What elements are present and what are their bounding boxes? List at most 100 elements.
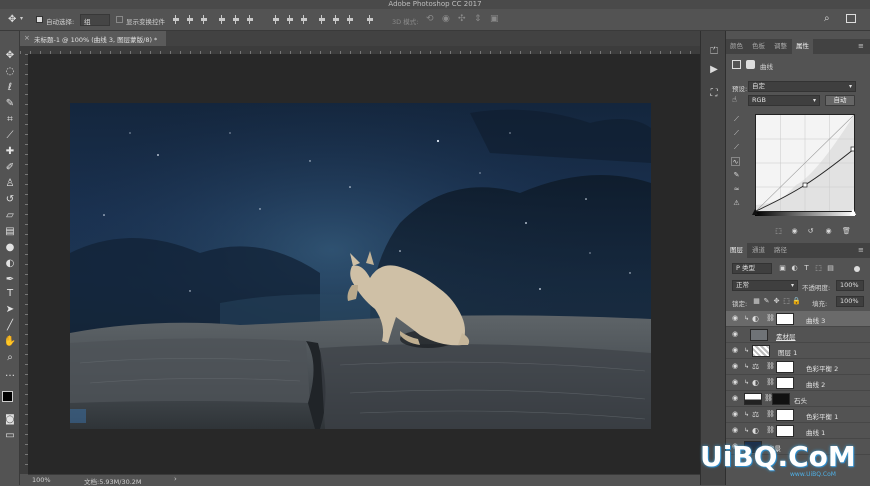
layer-row[interactable]: ◉ ↳ ⚖ ⛓ 色彩平衡 1: [726, 407, 870, 423]
vertical-ruler[interactable]: [20, 54, 28, 474]
close-tab-icon[interactable]: ×: [24, 34, 30, 42]
visibility-eye-icon[interactable]: ◉: [732, 379, 740, 386]
properties-panel-icon[interactable]: ⛶: [707, 87, 721, 101]
layer-mask-thumb[interactable]: [776, 361, 794, 373]
tab-color[interactable]: 颜色: [726, 39, 747, 54]
layer-mask-thumb[interactable]: [776, 425, 794, 437]
align-bottom-icon[interactable]: [200, 15, 208, 24]
channel-dropdown[interactable]: RGB ▾: [748, 95, 820, 106]
document-canvas[interactable]: [70, 103, 651, 429]
visibility-eye-icon[interactable]: ◉: [732, 427, 740, 434]
pencil-draw-icon[interactable]: ✎: [732, 171, 741, 180]
status-arrow-icon[interactable]: ›: [174, 475, 177, 483]
curve-point-tool-icon[interactable]: ∿: [731, 157, 740, 166]
lock-artboard-icon[interactable]: ⬚: [782, 297, 791, 306]
mask-icon[interactable]: [746, 60, 755, 69]
layer-thumb[interactable]: [750, 329, 768, 341]
distribute-left-icon[interactable]: [318, 15, 326, 24]
layers-menu-icon[interactable]: ≡: [858, 246, 864, 254]
line-tool-icon[interactable]: ╱: [3, 319, 17, 333]
quick-mask-icon[interactable]: ◙: [3, 413, 17, 427]
path-select-tool-icon[interactable]: ➤: [3, 303, 17, 317]
tab-paths[interactable]: 路径: [770, 243, 791, 258]
black-slider-icon[interactable]: ▲: [752, 207, 758, 216]
auto-align-icon[interactable]: [366, 15, 374, 24]
layer-row[interactable]: ◉ ↳ ⚖ ⛓ 色彩平衡 2: [726, 359, 870, 375]
tab-channels[interactable]: 通道: [748, 243, 769, 258]
clipping-warning-icon[interactable]: ⚠: [732, 199, 741, 208]
layer-row[interactable]: ◉ ↳ ◐ ⛓ 曲线 2: [726, 375, 870, 391]
align-top-icon[interactable]: [172, 15, 180, 24]
workspace-icon[interactable]: [846, 14, 856, 23]
marquee-tool-icon[interactable]: ◌: [3, 65, 17, 79]
distribute-top-icon[interactable]: [272, 15, 280, 24]
white-point-eyedropper-icon[interactable]: ⟋: [732, 143, 741, 152]
black-point-eyedropper-icon[interactable]: ⟋: [732, 115, 741, 124]
preset-dropdown[interactable]: 自定 ▾: [748, 81, 856, 92]
clone-stamp-tool-icon[interactable]: ♙: [3, 177, 17, 191]
layer-name[interactable]: 曲线 2: [806, 379, 825, 389]
visibility-eye-icon[interactable]: ◉: [732, 363, 740, 370]
layer-mask-thumb[interactable]: [776, 377, 794, 389]
layer-thumb[interactable]: [752, 345, 770, 357]
filter-pixel-icon[interactable]: ▣: [778, 264, 787, 273]
brush-tool-icon[interactable]: ✐: [3, 161, 17, 175]
layer-mask-thumb[interactable]: [776, 313, 794, 325]
visibility-icon[interactable]: ◉: [824, 227, 833, 236]
layer-kind-filter[interactable]: P 类型: [732, 263, 772, 274]
layer-name[interactable]: 素材层: [776, 331, 796, 341]
filter-smart-icon[interactable]: ▤: [826, 264, 835, 273]
gradient-tool-icon[interactable]: ▤: [3, 225, 17, 239]
layer-name[interactable]: 曲线 1: [806, 427, 825, 437]
lasso-tool-icon[interactable]: ℓ: [3, 81, 17, 95]
screen-mode-icon[interactable]: ▭: [3, 429, 17, 443]
filter-toggle-icon[interactable]: [854, 266, 860, 272]
blur-tool-icon[interactable]: ●: [3, 241, 17, 255]
reset-icon[interactable]: ↺: [806, 227, 815, 236]
layer-row[interactable]: ◉ ↳ ◐ ⛓ 曲线 1: [726, 423, 870, 439]
show-transform-checkbox[interactable]: [116, 16, 123, 23]
smooth-curve-icon[interactable]: ≈: [732, 185, 741, 194]
blend-mode-dropdown[interactable]: 正常 ▾: [732, 280, 798, 291]
distribute-vcenter-icon[interactable]: [286, 15, 294, 24]
visibility-eye-icon[interactable]: ◉: [732, 315, 740, 322]
align-vcenter-icon[interactable]: [186, 15, 194, 24]
zoom-level[interactable]: 100%: [32, 476, 51, 484]
hand-tool-icon[interactable]: ✋: [3, 335, 17, 349]
view-previous-icon[interactable]: ◉: [790, 227, 799, 236]
move-tool-icon[interactable]: ✥: [8, 14, 16, 25]
curves-graph[interactable]: [755, 114, 856, 212]
filter-shape-icon[interactable]: ⬚: [814, 264, 823, 273]
eraser-tool-icon[interactable]: ▱: [3, 209, 17, 223]
tab-layers[interactable]: 图层: [726, 243, 747, 258]
history-panel-icon[interactable]: ⏍: [707, 45, 721, 59]
history-brush-tool-icon[interactable]: ↺: [3, 193, 17, 207]
visibility-eye-icon[interactable]: ◉: [732, 395, 740, 402]
layer-row[interactable]: ◉ ↳ 图层 1: [726, 343, 870, 359]
layer-thumb[interactable]: [744, 393, 762, 405]
actions-panel-icon[interactable]: ▶: [707, 63, 721, 77]
lock-pixels-icon[interactable]: ✎: [762, 297, 771, 306]
auto-button[interactable]: 自动: [825, 95, 855, 106]
layer-row[interactable]: ◉ ↳ ◐ ⛓ 曲线 3: [726, 311, 870, 327]
layer-row[interactable]: ◉ 素材层: [726, 327, 870, 343]
target-adjust-icon[interactable]: ☝: [732, 95, 737, 104]
visibility-eye-icon[interactable]: ◉: [732, 347, 740, 354]
layer-name[interactable]: 曲线 3: [806, 315, 825, 325]
distribute-right-icon[interactable]: [346, 15, 354, 24]
foreground-color-swatch[interactable]: [2, 391, 13, 402]
layer-mask-thumb[interactable]: [776, 409, 794, 421]
eyedropper-tool-icon[interactable]: ⟋: [3, 129, 17, 143]
visibility-eye-icon[interactable]: ◉: [732, 411, 740, 418]
tab-swatches[interactable]: 色板: [748, 39, 769, 54]
distribute-bottom-icon[interactable]: [300, 15, 308, 24]
filter-adjust-icon[interactable]: ◐: [790, 264, 799, 273]
curve-endpoint[interactable]: [850, 146, 856, 152]
filter-type-icon[interactable]: T: [802, 264, 811, 273]
crop-tool-icon[interactable]: ⌗: [3, 113, 17, 127]
search-icon[interactable]: ⌕: [824, 13, 830, 24]
more-tools-icon[interactable]: …: [3, 367, 17, 381]
auto-select-dropdown[interactable]: 组: [80, 14, 110, 26]
align-hcenter-icon[interactable]: [232, 15, 240, 24]
quick-select-tool-icon[interactable]: ✎: [3, 97, 17, 111]
